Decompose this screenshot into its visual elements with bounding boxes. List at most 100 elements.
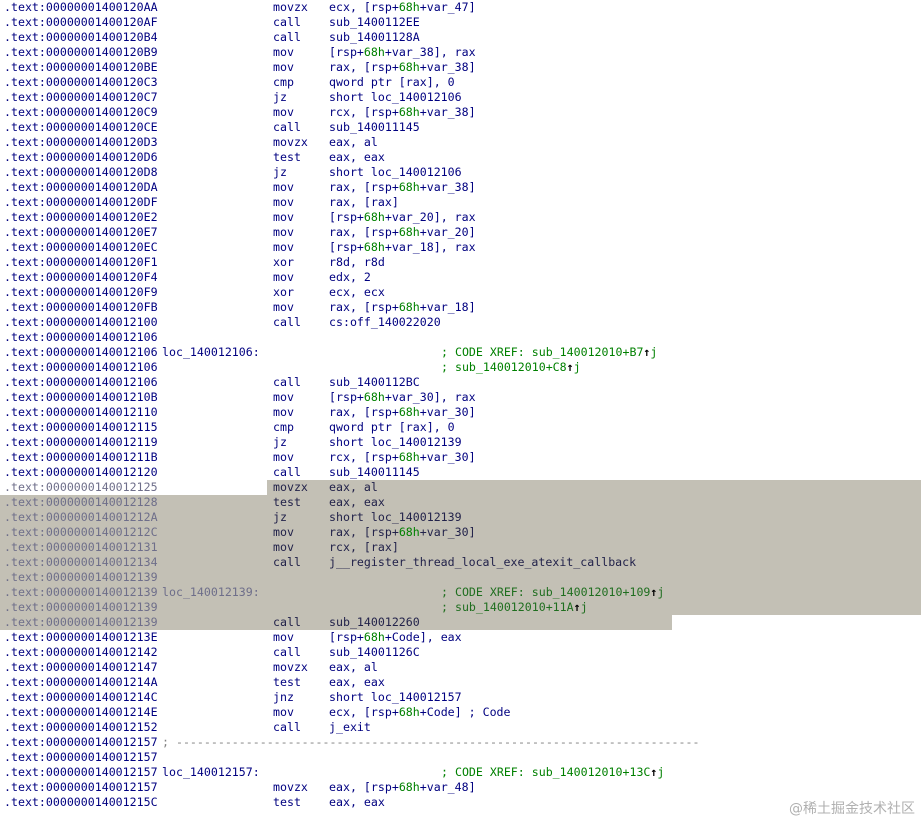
address[interactable]: .text:0000000140012139	[4, 615, 158, 630]
mnemonic[interactable]: mov	[273, 195, 294, 210]
address[interactable]: .text:0000000140012152	[4, 720, 158, 735]
listing-line[interactable]: .text:0000000140012134 call j__register_th…	[0, 555, 921, 570]
operands[interactable]: short loc_140012106	[329, 165, 462, 180]
listing-line[interactable]: .text:0000000140012106 loc_140012106: ; CO…	[0, 345, 921, 360]
mnemonic[interactable]: test	[273, 795, 301, 810]
listing-line[interactable]: .text:00000001400120B4 call sub_14001128A	[0, 30, 921, 45]
address[interactable]: .text:000000014001211B	[4, 450, 158, 465]
address[interactable]: .text:0000000140012100	[4, 315, 158, 330]
operands[interactable]: rcx, [rsp+68h+var_30]	[329, 450, 476, 465]
listing-line[interactable]: .text:0000000140012147 movzx eax, al	[0, 660, 921, 675]
operands[interactable]: sub_140011145	[329, 465, 420, 480]
mnemonic[interactable]: call	[273, 30, 301, 45]
listing-line[interactable]: .text:00000001400120F9 xor ecx, ecx	[0, 285, 921, 300]
mnemonic[interactable]: call	[273, 645, 301, 660]
listing-line[interactable]: .text:0000000140012157	[0, 750, 921, 765]
operands[interactable]: [rsp+68h+var_20], rax	[329, 210, 476, 225]
mnemonic[interactable]: mov	[273, 630, 294, 645]
mnemonic[interactable]: mov	[273, 240, 294, 255]
mnemonic[interactable]: call	[273, 120, 301, 135]
listing-line[interactable]: .text:00000001400120C7 jz short loc_140012…	[0, 90, 921, 105]
mnemonic[interactable]: jz	[273, 435, 287, 450]
address[interactable]: .text:0000000140012115	[4, 420, 158, 435]
address[interactable]: .text:0000000140012106	[4, 375, 158, 390]
operands[interactable]: ecx, [rsp+68h+var_47]	[329, 0, 476, 15]
address[interactable]: .text:00000001400120C3	[4, 75, 158, 90]
address[interactable]: .text:00000001400120B9	[4, 45, 158, 60]
listing-line[interactable]: .text:0000000140012157 ; ----------------…	[0, 735, 921, 750]
listing-line[interactable]: .text:00000001400120E2 mov [rsp+68h+var_20…	[0, 210, 921, 225]
listing-line[interactable]: .text:00000001400120C9 mov rcx, [rsp+68h+v…	[0, 105, 921, 120]
operands[interactable]: r8d, r8d	[329, 255, 385, 270]
operands[interactable]: short loc_140012157	[329, 690, 462, 705]
mnemonic[interactable]: mov	[273, 225, 294, 240]
listing-line[interactable]: .text:0000000140012139	[0, 570, 921, 585]
mnemonic[interactable]: test	[273, 675, 301, 690]
address[interactable]: .text:0000000140012139	[4, 570, 158, 585]
address[interactable]: .text:000000014001212A	[4, 510, 158, 525]
mnemonic[interactable]: xor	[273, 285, 294, 300]
address[interactable]: .text:0000000140012110	[4, 405, 158, 420]
operands[interactable]: eax, eax	[329, 495, 385, 510]
mnemonic[interactable]: xor	[273, 255, 294, 270]
address[interactable]: .text:00000001400120F4	[4, 270, 158, 285]
operands[interactable]: sub_14001126C	[329, 645, 420, 660]
listing-line[interactable]: .text:000000014001214C jnz short loc_14001…	[0, 690, 921, 705]
mnemonic[interactable]: mov	[273, 45, 294, 60]
address[interactable]: .text:0000000140012106	[4, 345, 158, 360]
listing-line[interactable]: .text:00000001400120C3 cmp qword ptr [rax]…	[0, 75, 921, 90]
mnemonic[interactable]: mov	[273, 60, 294, 75]
address[interactable]: .text:0000000140012119	[4, 435, 158, 450]
address[interactable]: .text:0000000140012142	[4, 645, 158, 660]
operands[interactable]: j__register_thread_local_exe_atexit_call…	[329, 555, 636, 570]
address[interactable]: .text:0000000140012128	[4, 495, 158, 510]
address[interactable]: .text:00000001400120D6	[4, 150, 158, 165]
operands[interactable]: rax, [rsp+68h+var_38]	[329, 180, 476, 195]
address[interactable]: .text:00000001400120DF	[4, 195, 158, 210]
operands[interactable]: eax, eax	[329, 150, 385, 165]
operands[interactable]: qword ptr [rax], 0	[329, 420, 455, 435]
mnemonic[interactable]: jz	[273, 90, 287, 105]
address[interactable]: .text:0000000140012147	[4, 660, 158, 675]
operands[interactable]: sub_14001128A	[329, 30, 420, 45]
listing-line[interactable]: .text:00000001400120EC mov [rsp+68h+var_18…	[0, 240, 921, 255]
listing-line[interactable]: .text:0000000140012139 loc_140012139: ; CO…	[0, 585, 921, 600]
mnemonic[interactable]: movzx	[273, 135, 308, 150]
address[interactable]: .text:0000000140012157	[4, 735, 158, 750]
operands[interactable]: sub_140012260	[329, 615, 420, 630]
listing-line[interactable]: .text:00000001400120D6 test eax, eax	[0, 150, 921, 165]
operands[interactable]: edx, 2	[329, 270, 371, 285]
operands[interactable]: rcx, [rsp+68h+var_38]	[329, 105, 476, 120]
listing-line[interactable]: .text:00000001400120F1 xor r8d, r8d	[0, 255, 921, 270]
mnemonic[interactable]: jz	[273, 165, 287, 180]
address[interactable]: .text:0000000140012139	[4, 600, 158, 615]
mnemonic[interactable]: jz	[273, 510, 287, 525]
mnemonic[interactable]: mov	[273, 525, 294, 540]
mnemonic[interactable]: movzx	[273, 660, 308, 675]
mnemonic[interactable]: mov	[273, 405, 294, 420]
address[interactable]: .text:00000001400120B4	[4, 30, 158, 45]
operands[interactable]: [rsp+68h+var_30], rax	[329, 390, 476, 405]
listing-line[interactable]: .text:00000001400120E7 mov rax, [rsp+68h+v…	[0, 225, 921, 240]
address[interactable]: .text:0000000140012157	[4, 765, 158, 780]
address[interactable]: .text:00000001400120AF	[4, 15, 158, 30]
operands[interactable]: short loc_140012139	[329, 435, 462, 450]
listing-line[interactable]: .text:0000000140012106 call sub_1400112BC	[0, 375, 921, 390]
listing-line[interactable]: .text:00000001400120CE call sub_140011145	[0, 120, 921, 135]
listing-line[interactable]: .text:0000000140012125 movzx eax, al	[0, 480, 921, 495]
listing-line[interactable]: .text:0000000140012142 call sub_14001126C	[0, 645, 921, 660]
mnemonic[interactable]: mov	[273, 210, 294, 225]
code-label[interactable]: loc_140012139:	[162, 585, 260, 600]
operands[interactable]: eax, eax	[329, 795, 385, 810]
listing-line[interactable]: .text:00000001400120AA movzx ecx, [rsp+68h…	[0, 0, 921, 15]
operands[interactable]: rax, [rax]	[329, 195, 399, 210]
mnemonic[interactable]: call	[273, 315, 301, 330]
mnemonic[interactable]: movzx	[273, 780, 308, 795]
address[interactable]: .text:0000000140012131	[4, 540, 158, 555]
listing-line[interactable]: .text:000000014001214E mov ecx, [rsp+68h+C…	[0, 705, 921, 720]
listing-line[interactable]: .text:0000000140012100 call cs:off_1400220…	[0, 315, 921, 330]
operands[interactable]: sub_140011145	[329, 120, 420, 135]
operands[interactable]: short loc_140012106	[329, 90, 462, 105]
mnemonic[interactable]: mov	[273, 705, 294, 720]
address[interactable]: .text:000000014001213E	[4, 630, 158, 645]
